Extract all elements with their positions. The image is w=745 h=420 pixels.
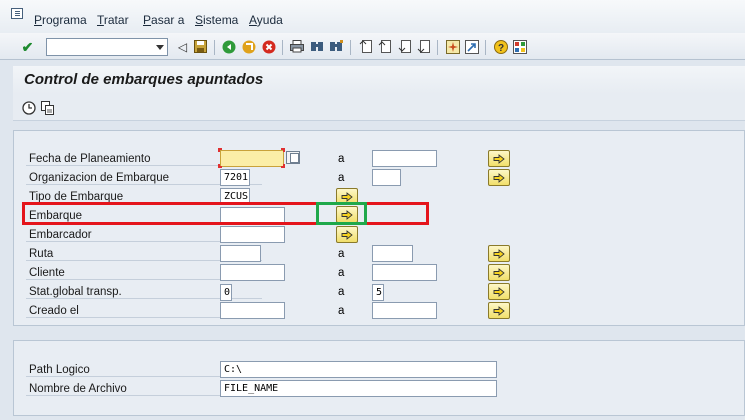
menu-ayuda[interactable]: Ayuda xyxy=(249,13,283,27)
organizacion-embarque-to-input[interactable] xyxy=(372,169,401,186)
shortcut-icon[interactable] xyxy=(464,39,479,54)
toolbar-separator xyxy=(282,40,283,55)
first-page-icon[interactable] xyxy=(358,39,373,54)
execute-clock-icon[interactable] xyxy=(21,100,36,115)
fecha-planeamiento-to-input[interactable] xyxy=(372,150,437,167)
menu-pasar-a[interactable]: Pasar a xyxy=(143,13,184,27)
field-label-creado-el: Creado el xyxy=(29,305,79,317)
cliente-from-input[interactable] xyxy=(220,264,285,281)
system-menu-icon[interactable] xyxy=(11,8,23,19)
nombre-archivo-label: Nombre de Archivo xyxy=(29,383,127,395)
help-icon[interactable]: ? xyxy=(493,39,508,54)
path-logico-label: Path Logico xyxy=(29,364,90,376)
menu-tratar[interactable]: Tratar xyxy=(97,13,129,27)
range-to-label: a xyxy=(338,267,345,279)
chevron-down-icon[interactable] xyxy=(156,45,164,50)
nombre-archivo-input[interactable]: FILE_NAME xyxy=(220,380,497,397)
toolbar-separator xyxy=(350,40,351,55)
find-next-icon[interactable] xyxy=(328,39,343,54)
arrow-right-icon xyxy=(493,172,505,183)
svg-text:?: ? xyxy=(497,43,503,54)
field-label-fecha-planeamiento: Fecha de Planeamiento xyxy=(29,153,151,165)
ruta-to-input[interactable] xyxy=(372,245,413,262)
customize-layout-icon[interactable] xyxy=(512,39,527,54)
multiple-selection-button[interactable] xyxy=(488,245,510,262)
next-page-icon[interactable] xyxy=(397,39,412,54)
arrow-right-icon xyxy=(493,286,505,297)
page-title: Control de embarques apuntados xyxy=(24,71,264,88)
field-label-embarcador: Embarcador xyxy=(29,229,92,241)
menu-bar: Programa Tratar Pasar a Sistema Ayuda xyxy=(0,0,745,33)
value-help-icon[interactable] xyxy=(286,151,300,164)
organizacion-embarque-from-input[interactable]: 7201 xyxy=(220,169,250,186)
range-to-label: a xyxy=(338,172,345,184)
back-icon[interactable] xyxy=(221,39,236,54)
variant-copy-icon[interactable] xyxy=(40,100,55,115)
creado-el-to-input[interactable] xyxy=(372,302,437,319)
multiple-selection-button[interactable] xyxy=(336,226,358,243)
menu-programa[interactable]: Programa xyxy=(34,13,87,27)
multiple-selection-button[interactable] xyxy=(488,264,510,281)
new-session-icon[interactable] xyxy=(445,39,460,54)
print-icon[interactable] xyxy=(289,39,304,54)
back-arrow-icon[interactable]: ◁ xyxy=(175,39,190,54)
field-label-ruta: Ruta xyxy=(29,248,54,260)
find-icon[interactable] xyxy=(309,39,324,54)
multiple-selection-button[interactable] xyxy=(488,150,510,167)
stat-global-transp-from-input[interactable]: 0 xyxy=(220,284,232,301)
multiple-selection-button[interactable] xyxy=(488,302,510,319)
field-label-organizacion-embarque: Organizacion de Embarque xyxy=(29,172,169,184)
multiple-selection-button[interactable] xyxy=(488,169,510,186)
arrow-right-icon xyxy=(341,191,353,202)
creado-el-from-input[interactable] xyxy=(220,302,285,319)
arrow-right-icon xyxy=(493,248,505,259)
standard-toolbar: ✔ ◁ ? xyxy=(0,33,745,60)
path-logico-input[interactable]: C:\ xyxy=(220,361,497,378)
cliente-to-input[interactable] xyxy=(372,264,437,281)
range-to-label: a xyxy=(338,153,345,165)
application-toolbar xyxy=(13,94,745,121)
arrow-right-icon xyxy=(493,153,505,164)
arrow-right-icon xyxy=(493,267,505,278)
toolbar-separator xyxy=(214,40,215,55)
required-corner-marker xyxy=(218,148,222,152)
range-to-label: a xyxy=(338,286,345,298)
fecha-planeamiento-from-input[interactable] xyxy=(220,150,284,167)
stat-global-transp-to-input[interactable]: 5 xyxy=(372,284,384,301)
range-to-label: a xyxy=(338,248,345,260)
previous-page-icon[interactable] xyxy=(377,39,392,54)
field-label-stat-global-transp: Stat.global transp. xyxy=(29,286,122,298)
embarcador-input[interactable] xyxy=(220,226,285,243)
red-highlight-box xyxy=(22,202,429,225)
command-field[interactable] xyxy=(46,38,168,56)
screen-title-bar: Control de embarques apuntados xyxy=(13,66,745,94)
exit-icon[interactable] xyxy=(241,39,256,54)
required-corner-marker xyxy=(281,164,285,168)
menu-sistema[interactable]: Sistema xyxy=(195,13,238,27)
toolbar-separator xyxy=(485,40,486,55)
enter-check-icon[interactable]: ✔ xyxy=(20,39,35,54)
required-corner-marker xyxy=(281,148,285,152)
required-corner-marker xyxy=(218,164,222,168)
arrow-right-icon xyxy=(341,229,353,240)
field-label-cliente: Cliente xyxy=(29,267,65,279)
arrow-right-icon xyxy=(493,305,505,316)
last-page-icon[interactable] xyxy=(416,39,431,54)
save-icon[interactable] xyxy=(193,39,208,54)
toolbar-separator xyxy=(437,40,438,55)
multiple-selection-button[interactable] xyxy=(488,283,510,300)
cancel-icon[interactable] xyxy=(261,39,276,54)
green-highlight-box xyxy=(316,202,367,225)
range-to-label: a xyxy=(338,305,345,317)
ruta-from-input[interactable] xyxy=(220,245,261,262)
